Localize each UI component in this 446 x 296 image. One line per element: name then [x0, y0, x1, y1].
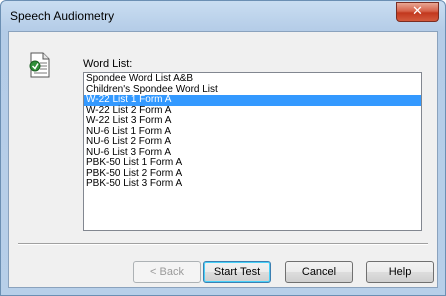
title-bar[interactable]: Speech Audiometry ✕	[1, 1, 445, 31]
word-list-label: Word List:	[83, 58, 133, 70]
word-list-listbox[interactable]: Spondee Word List A&B Children's Spondee …	[83, 72, 422, 231]
cancel-button[interactable]: Cancel	[285, 261, 353, 283]
list-item[interactable]: PBK-50 List 1 Form A	[84, 157, 421, 169]
help-button[interactable]: Help	[366, 261, 434, 283]
back-button[interactable]: < Back	[133, 261, 201, 283]
list-item[interactable]: W-22 List 1 Form A	[84, 94, 421, 106]
list-item[interactable]: Spondee Word List A&B	[84, 73, 421, 85]
window-title: Speech Audiometry	[10, 9, 115, 23]
list-item[interactable]: NU-6 List 2 Form A	[84, 136, 421, 148]
document-icon	[29, 52, 50, 78]
separator	[18, 243, 428, 245]
list-item[interactable]: PBK-50 List 3 Form A	[84, 178, 421, 190]
close-button[interactable]: ✕	[396, 2, 439, 22]
list-item[interactable]: W-22 List 3 Form A	[84, 115, 421, 127]
close-icon: ✕	[412, 4, 423, 19]
start-test-button[interactable]: Start Test	[203, 261, 271, 283]
